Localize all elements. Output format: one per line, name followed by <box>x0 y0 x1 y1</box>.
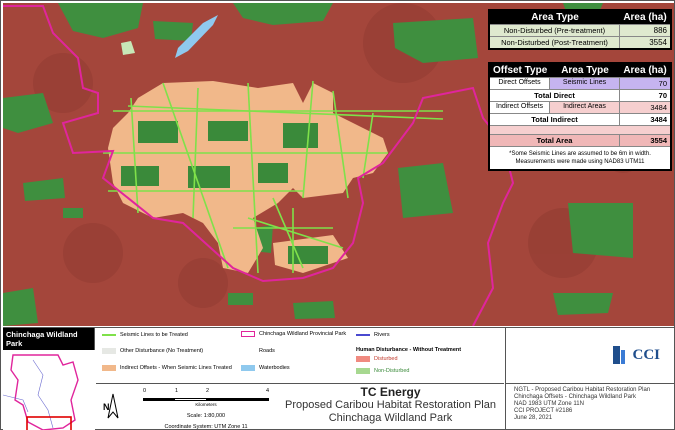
row-area: 3554 <box>620 37 670 48</box>
logo-text: CCI <box>632 346 660 363</box>
info-line: NGTL - Proposed Caribou Habitat Restorat… <box>514 387 651 393</box>
map-area: Area Type Area (ha) Non-Disturbed (Pre-t… <box>3 3 674 326</box>
map-subtitle: Chinchaga Wildland Park <box>328 412 453 424</box>
legend-item: Indirect Offsets - When Seismic Lines Tr… <box>102 365 232 371</box>
indirect-area-type: Indirect Areas <box>550 102 620 113</box>
legend-item: Rivers <box>356 332 390 338</box>
legend-label: Non-Disturbed <box>374 368 410 374</box>
legend-label: Rivers <box>374 332 390 338</box>
inset-title: Chinchaga Wildland Park <box>3 328 94 350</box>
map-title: Proposed Caribou Habitat Restoration Pla… <box>285 399 496 411</box>
north-arrow: N <box>103 392 120 424</box>
legend-item: Chinchaga Wildland Provincial Park <box>241 331 346 337</box>
table-row: Direct Offsets Seismic Lines 70 <box>490 77 670 89</box>
inset-map: Chinchaga Wildland Park <box>2 328 95 430</box>
note-line-1: *Some Seismic Lines are assumed to be 6m… <box>509 151 651 157</box>
legend-item: Seismic Lines to be Treated <box>102 332 188 338</box>
total-indirect-area: 3484 <box>650 115 667 124</box>
rivers-swatch <box>356 334 370 336</box>
waterbodies-swatch <box>241 365 255 371</box>
row-area: 886 <box>620 25 670 36</box>
direct-area-type: Seismic Lines <box>550 78 620 89</box>
inset-map-canvas <box>2 350 95 430</box>
logo-box: CCI <box>505 328 674 384</box>
table-note: *Some Seismic Lines are assumed to be 6m… <box>490 146 670 169</box>
other-disturbance-swatch <box>102 348 116 354</box>
map-frame: Area Type Area (ha) Non-Disturbed (Pre-t… <box>0 0 675 430</box>
area-type-table: Area Type Area (ha) Non-Disturbed (Pre-t… <box>488 9 672 50</box>
total-indirect-label: Total Indirect <box>490 114 620 125</box>
total-area-label: Total Area <box>490 135 620 146</box>
legend-label: Chinchaga Wildland Provincial Park <box>259 331 347 337</box>
table-row: Non-Disturbed (Post-Treatment) 3554 <box>490 36 670 48</box>
total-direct-label: Total Direct <box>490 90 620 101</box>
legend-item: Non-Disturbed <box>356 368 409 374</box>
park-swatch <box>241 331 255 337</box>
cci-logo-icon <box>613 346 626 364</box>
map-legend: Seismic Lines to be Treated Other Distur… <box>96 328 504 384</box>
scale-bar: 0 1 2 4 Kilometers Scale: 1:80,000 Coord… <box>143 388 273 430</box>
spacer-row <box>490 125 670 134</box>
cci-logo: CCI <box>613 346 660 364</box>
header-area-type: Area Type <box>561 65 609 76</box>
info-line: Chinchaga Offsets - Chinchaga Wildland P… <box>514 394 636 400</box>
total-direct-area: 70 <box>658 91 667 100</box>
total-area-value: 3554 <box>620 135 670 146</box>
legend-item: Waterbodies <box>241 365 290 371</box>
scale-tick-2: 2 <box>206 388 210 394</box>
info-line: June 28, 2021 <box>514 415 553 421</box>
company-name: TC Energy <box>360 385 421 399</box>
scale-tick-0: 0 <box>143 388 147 394</box>
scale-unit: Kilometers <box>195 402 217 407</box>
scale-text: Scale: 1:80,000 <box>186 413 226 419</box>
direct-offset-label: Direct Offsets <box>490 78 550 89</box>
table-row: Indirect Offsets Indirect Areas 3484 <box>490 101 670 113</box>
row-type: Non-Disturbed (Pre-treatment) <box>490 25 620 36</box>
legend-item: Roads <box>241 348 275 354</box>
disturbed-swatch <box>356 356 370 362</box>
info-block: NGTL - Proposed Caribou Habitat Restorat… <box>505 384 674 430</box>
table-row: Total Indirect 3484 <box>490 113 670 125</box>
seismic-line-swatch <box>102 334 116 336</box>
row-type: Non-Disturbed (Post-Treatment) <box>490 37 620 48</box>
direct-area: 70 <box>620 78 670 89</box>
header-offset-type: Offset Type <box>493 65 548 76</box>
scale-bar-graphic <box>143 398 269 401</box>
header-area-ha: Area (ha) <box>623 65 667 76</box>
legend-label: Disturbed <box>374 356 398 362</box>
table-row: Non-Disturbed (Pre-treatment) 886 <box>490 24 670 36</box>
north-label: N <box>103 402 110 412</box>
indirect-offset-label: Indirect Offsets <box>490 102 550 113</box>
table-row: Total Direct 70 <box>490 89 670 101</box>
legend-item: Disturbed <box>356 356 398 362</box>
info-line: CCI PROJECT #2186 <box>514 408 573 414</box>
indirect-area: 3484 <box>620 102 670 113</box>
legend-label: Indirect Offsets - When Seismic Lines Tr… <box>120 365 232 371</box>
indirect-offset-swatch <box>102 365 116 371</box>
offset-table: Offset Type Area Type Area (ha) Direct O… <box>488 62 672 171</box>
roads-swatch <box>241 351 255 352</box>
legend-item: Other Disturbance (No Treatment) <box>102 348 203 354</box>
note-line-2: Measurements were made using NAD83 UTM11 <box>515 159 645 165</box>
legend-label: Other Disturbance (No Treatment) <box>120 348 204 354</box>
legend-subheading: Human Disturbance - Without Treatment <box>356 347 462 353</box>
non-disturbed-swatch <box>356 368 370 374</box>
scale-tick-1: 1 <box>175 388 179 394</box>
header-area-ha: Area (ha) <box>623 12 667 23</box>
legend-label: Waterbodies <box>259 365 290 371</box>
area-type-header: Area Type Area (ha) <box>490 11 670 24</box>
legend-label: Seismic Lines to be Treated <box>120 332 188 338</box>
legend-label: Roads <box>259 348 275 354</box>
header-area-type: Area Type <box>531 12 579 23</box>
info-line: NAD 1983 UTM Zone 11N <box>514 401 584 407</box>
map-footer: Chinchaga Wildland Park Seismic Lines to… <box>2 327 674 430</box>
coordinate-system: Coordinate System: UTM Zone 11 <box>164 424 248 430</box>
table-row: Total Area 3554 <box>490 134 670 146</box>
offset-header: Offset Type Area Type Area (ha) <box>490 64 670 77</box>
title-block: TC Energy Proposed Caribou Habitat Resto… <box>278 384 503 425</box>
scale-tick-4: 4 <box>266 388 270 394</box>
